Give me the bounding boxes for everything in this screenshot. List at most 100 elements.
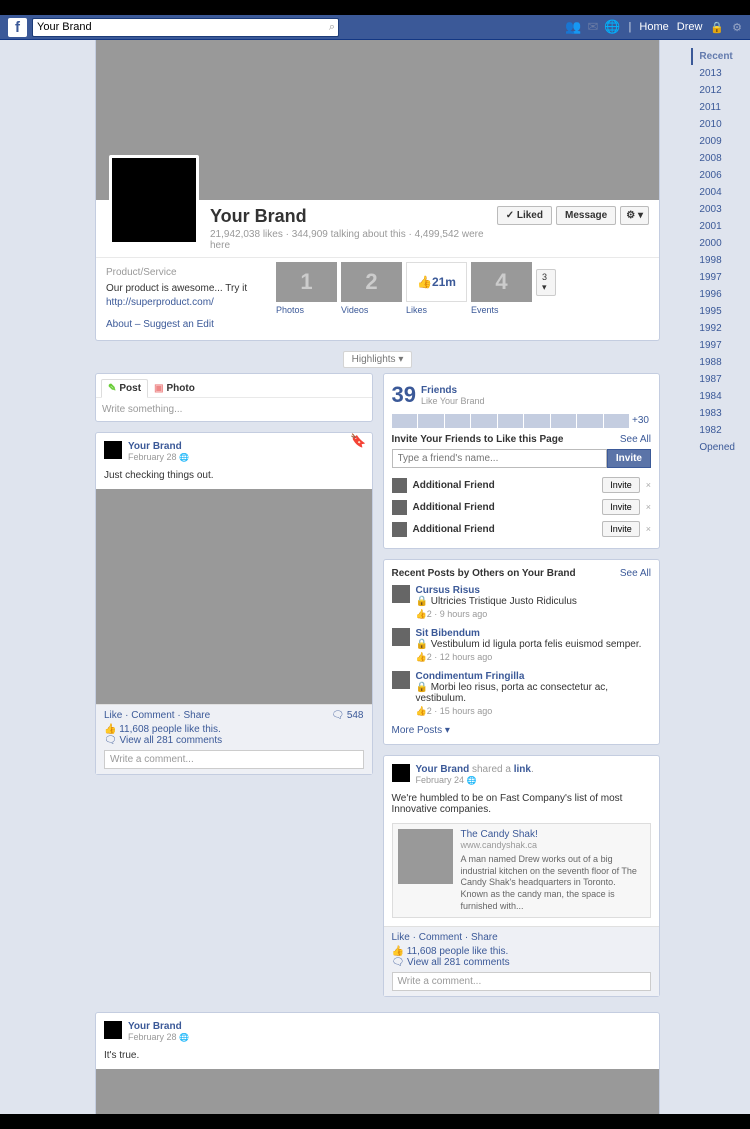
post-actions[interactable]: Like · Comment · Share <box>104 710 210 721</box>
message-button[interactable]: Message <box>556 206 616 225</box>
invite-button[interactable]: Invite <box>607 449 651 468</box>
tile-likes[interactable]: 👍21mLikes <box>406 262 467 336</box>
post-image[interactable] <box>96 489 372 704</box>
cover-photo[interactable] <box>96 40 659 200</box>
friends-icon[interactable]: 👥 <box>565 19 581 35</box>
see-all-link[interactable]: See All <box>620 434 651 445</box>
friends-sublabel: Like Your Brand <box>421 396 485 406</box>
recent-posts-box: Recent Posts by Others on Your Brand See… <box>383 559 661 745</box>
bookmark-icon[interactable]: 🔖 <box>350 433 366 449</box>
page-category: Product/Service <box>106 266 266 280</box>
admin-links[interactable]: About – Suggest an Edit <box>106 318 266 332</box>
link-title[interactable]: The Candy Shak! <box>461 829 646 840</box>
post-date: February 28 🌐 <box>128 1032 189 1042</box>
compose-input[interactable]: Write something... <box>96 398 372 421</box>
invite-title: Invite Your Friends to Like this Page <box>392 434 564 445</box>
post-date: February 28 🌐 <box>128 452 189 462</box>
friends-more[interactable]: +30 <box>630 414 651 428</box>
post-body: It's true. <box>96 1050 659 1069</box>
recent-avatar <box>392 585 410 603</box>
globe-icon: 🌐 <box>179 453 189 462</box>
page-url[interactable]: http://superproduct.com/ <box>106 297 214 308</box>
post-author[interactable]: Your Brand <box>128 1021 189 1032</box>
recent-item[interactable]: Condimentum Fringilla🔒 Morbi leo risus, … <box>392 671 652 717</box>
link-preview[interactable]: The Candy Shak! www.candyshak.ca A man n… <box>392 823 652 918</box>
nav-user[interactable]: Drew <box>677 21 703 33</box>
friend-avatar[interactable] <box>392 500 407 515</box>
dismiss-icon[interactable]: × <box>646 480 651 490</box>
fb-logo[interactable]: f <box>8 18 27 37</box>
recent-title: Recent Posts by Others on Your Brand <box>392 568 576 579</box>
globe-icon[interactable]: 🌐 <box>604 19 620 35</box>
dismiss-icon[interactable]: × <box>646 502 651 512</box>
page-settings-button[interactable]: ⚙ ▾ <box>620 206 649 225</box>
friend-row: Additional Friend Invite × <box>392 518 652 540</box>
recent-avatar <box>392 628 410 646</box>
link-description: A man named Drew works out of a big indu… <box>461 854 646 912</box>
search-input[interactable] <box>32 18 339 37</box>
tile-videos[interactable]: 2Videos <box>341 262 402 336</box>
view-comments[interactable]: 🗨 View all 281 comments <box>392 957 652 968</box>
tile-events[interactable]: 4Events <box>471 262 532 336</box>
compose-photo-tab[interactable]: ▣Photo <box>148 379 201 397</box>
friend-avatar[interactable] <box>392 478 407 493</box>
friends-label[interactable]: Friends <box>421 385 485 396</box>
friends-count: 39 <box>392 382 416 408</box>
tile-photos[interactable]: 1Photos <box>276 262 337 336</box>
post-avatar[interactable] <box>392 764 410 782</box>
recent-meta: 👍2 · 15 hours ago <box>416 706 652 717</box>
comment-input[interactable]: Write a comment... <box>104 750 364 769</box>
friend-row: Additional Friend Invite × <box>392 474 652 496</box>
top-nav-bar: f ⌕ 👥 ✉ 🌐 | Home Drew 🔒 ⚙ <box>0 15 750 40</box>
friend-name[interactable]: Additional Friend <box>413 524 597 535</box>
friend-name[interactable]: Additional Friend <box>413 480 597 491</box>
tiles-more[interactable]: 3 ▾ <box>536 262 556 302</box>
recent-meta: 👍2 · 12 hours ago <box>416 652 642 663</box>
liked-button[interactable]: ✓ Liked <box>497 206 552 225</box>
recent-item[interactable]: Cursus Risus🔒 Ultricies Tristique Justo … <box>392 585 652 620</box>
view-comments[interactable]: 🗨 View all 281 comments <box>104 735 364 746</box>
post-avatar[interactable] <box>104 1021 122 1039</box>
recent-author[interactable]: Sit Bibendum <box>416 628 642 639</box>
recent-author[interactable]: Condimentum Fringilla <box>416 671 652 682</box>
privacy-icon[interactable]: 🔒 <box>710 21 724 34</box>
like-count[interactable]: 👍 11,608 people like this. <box>104 724 364 735</box>
comment-input[interactable]: Write a comment... <box>392 972 652 991</box>
more-posts-link[interactable]: More Posts ▾ <box>392 725 652 736</box>
friend-name[interactable]: Additional Friend <box>413 502 597 513</box>
invite-input[interactable] <box>392 449 607 468</box>
settings-icon[interactable]: ⚙ <box>732 21 742 34</box>
recent-author[interactable]: Cursus Risus <box>416 585 577 596</box>
like-count[interactable]: 👍 11,608 people like this. <box>392 946 652 957</box>
post-2: Your Brand shared a link. February 24 🌐 … <box>383 755 661 997</box>
post-author[interactable]: Your Brand <box>128 441 189 452</box>
link-url: www.candyshak.ca <box>461 840 646 850</box>
invite-friend-button[interactable]: Invite <box>602 499 640 515</box>
post-body: Just checking things out. <box>96 470 372 489</box>
recent-meta: 👍2 · 9 hours ago <box>416 609 577 620</box>
see-all-link[interactable]: See All <box>620 568 651 579</box>
post-author[interactable]: Your Brand shared a link. <box>416 764 534 775</box>
post-avatar[interactable] <box>104 441 122 459</box>
composer: ✎Post ▣Photo Write something... <box>95 373 373 422</box>
profile-picture[interactable] <box>109 155 199 245</box>
friends-box: 39 Friends Like Your Brand +30 Invite Yo… <box>383 373 661 549</box>
comment-count[interactable]: 🗨 548 <box>331 710 363 721</box>
search-icon[interactable]: ⌕ <box>329 21 335 34</box>
post-actions[interactable]: Like · Comment · Share <box>392 932 498 943</box>
recent-item[interactable]: Sit Bibendum🔒 Vestibulum id ligula porta… <box>392 628 652 663</box>
post-body: We're humbled to be on Fast Company's li… <box>384 793 660 823</box>
dismiss-icon[interactable]: × <box>646 524 651 534</box>
invite-friend-button[interactable]: Invite <box>602 477 640 493</box>
messages-icon[interactable]: ✉ <box>587 19 598 35</box>
friend-avatar[interactable] <box>392 522 407 537</box>
highlights-dropdown[interactable]: Highlights ▾ <box>343 351 413 368</box>
invite-friend-button[interactable]: Invite <box>602 521 640 537</box>
recent-text: 🔒 Morbi leo risus, porta ac consectetur … <box>416 682 652 704</box>
page-description: Our product is awesome... Try it <box>106 282 266 296</box>
compose-post-tab[interactable]: ✎Post <box>101 379 148 398</box>
friends-thumbnails[interactable]: +30 <box>392 414 652 428</box>
nav-home[interactable]: Home <box>639 21 668 33</box>
link-image <box>398 829 453 884</box>
recent-text: 🔒 Ultricies Tristique Justo Ridiculus <box>416 596 577 607</box>
